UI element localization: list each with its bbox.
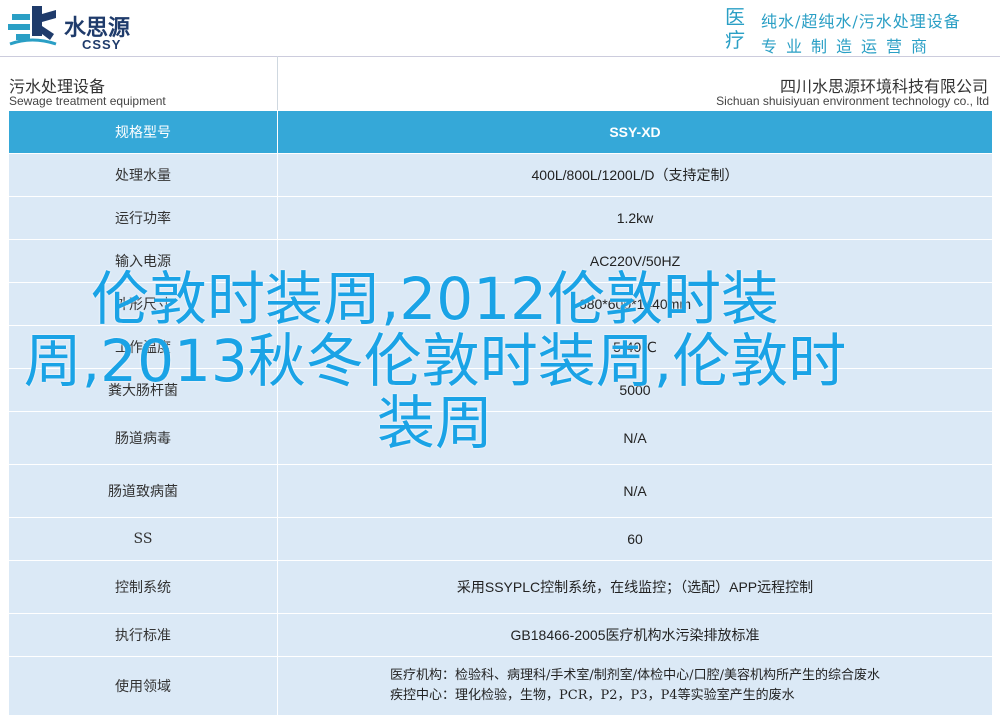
row-label: 运行功率 (8, 196, 278, 240)
category-title-en: Sewage treatment equipment (9, 94, 166, 108)
table-row: SS 60 (8, 517, 993, 561)
row-label: 肠道致病菌 (8, 464, 278, 518)
row-label: SS (8, 517, 278, 561)
row-label: 使用领域 (8, 656, 278, 716)
row-value: 医疗机构：检验科、病理科/手术室/制剂室/体检中心/口腔/美容机构所产生的综合废… (277, 656, 993, 716)
table-row: 控制系统 采用SSYPLC控制系统，在线监控；（选配）APP远程控制 (8, 560, 993, 614)
header-divider (0, 56, 1000, 57)
row-value: 采用SSYPLC控制系统，在线监控；（选配）APP远程控制 (277, 560, 993, 614)
logo-mark-icon (8, 6, 57, 46)
slogan-line-2: 专业制造运营商 (761, 37, 937, 56)
row-value: 400L/800L/1200L/D（支持定制） (277, 153, 993, 197)
overlay-headline: 伦敦时装周,2012伦敦时装周,2013秋冬伦敦时装周,伦敦时装周 (23, 265, 847, 457)
slogan: 医疗 纯水/超纯水/污水处理设备 专业制造运营商 (725, 5, 997, 57)
company-logo: 水思源 CSSY (6, 4, 146, 52)
table-row: 使用领域 医疗机构：检验科、病理科/手术室/制剂室/体检中心/口腔/美容机构所产… (8, 656, 993, 716)
header-label: 规格型号 (8, 110, 278, 154)
company-name-en: Sichuan shuisiyuan environment technolog… (716, 94, 989, 108)
row-value: GB18466-2005医疗机构水污染排放标准 (277, 613, 993, 657)
usage-fields: 医疗机构：检验科、病理科/手术室/制剂室/体检中心/口腔/美容机构所产生的综合废… (390, 666, 880, 706)
table-header-row: 规格型号 SSY-XD (8, 110, 993, 154)
row-label: 控制系统 (8, 560, 278, 614)
row-label: 执行标准 (8, 613, 278, 657)
table-row: 处理水量 400L/800L/1200L/D（支持定制） (8, 153, 993, 197)
brand-name-en: CSSY (82, 37, 122, 52)
slogan-big: 医疗 (725, 5, 745, 52)
slogan-line-1: 纯水/超纯水/污水处理设备 (761, 12, 961, 31)
row-value: 1.2kw (277, 196, 993, 240)
usage-line-1: 医疗机构：检验科、病理科/手术室/制剂室/体检中心/口腔/美容机构所产生的综合废… (390, 668, 880, 683)
row-label: 处理水量 (8, 153, 278, 197)
usage-line-2: 疾控中心：理化检验，生物，PCR，P2，P3，P4等实验室产生的废水 (390, 688, 795, 703)
header-value: SSY-XD (277, 110, 993, 154)
row-value: 60 (277, 517, 993, 561)
row-value: N/A (277, 464, 993, 518)
table-row: 执行标准 GB18466-2005医疗机构水污染排放标准 (8, 613, 993, 657)
table-row: 肠道致病菌 N/A (8, 464, 993, 518)
table-row: 运行功率 1.2kw (8, 196, 993, 240)
